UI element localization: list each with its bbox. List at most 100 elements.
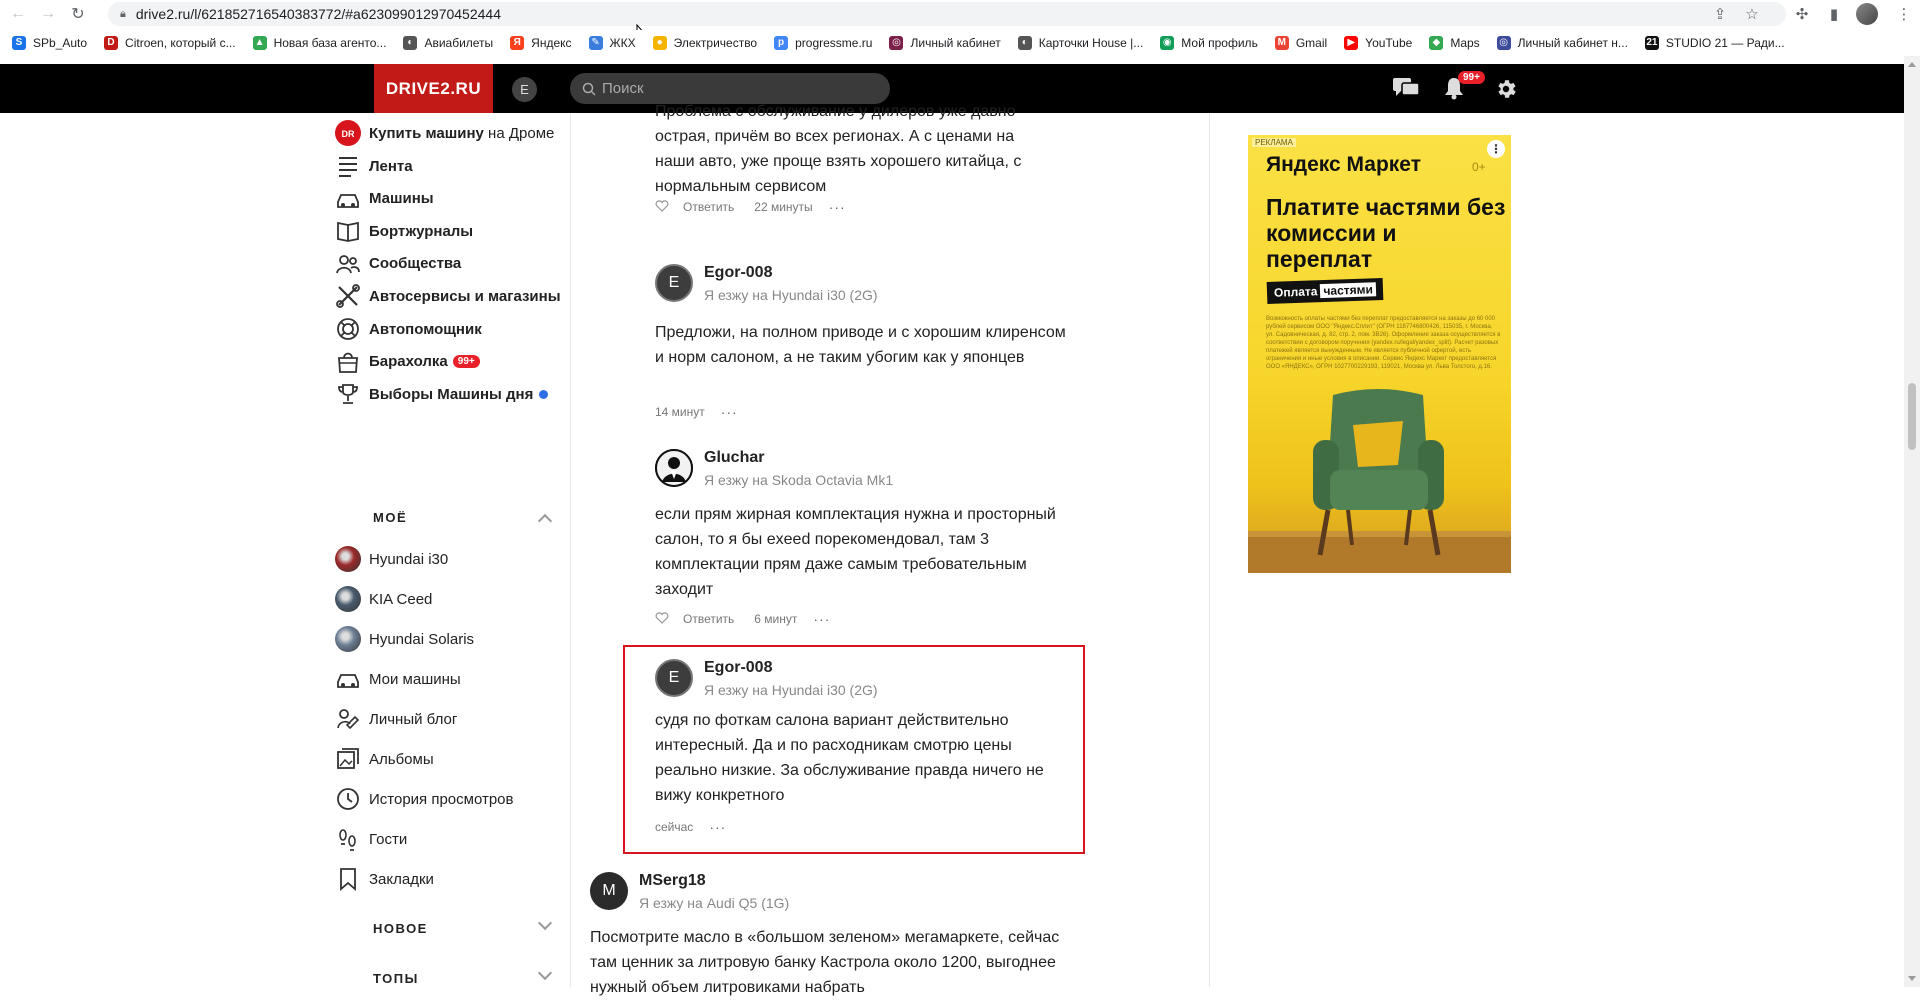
more-icon[interactable]: ···	[829, 199, 846, 215]
sidebar-item[interactable]: KIA Ceed	[335, 583, 565, 615]
profile-avatar[interactable]	[1856, 3, 1878, 25]
new-indicator-dot	[539, 389, 549, 399]
bookmark-favicon-icon: Я	[510, 36, 525, 50]
chevron-down-icon[interactable]	[537, 915, 553, 931]
bookmark-item[interactable]: D Citroen, который с...	[104, 36, 236, 50]
bookmark-item[interactable]: p progressme.ru	[774, 36, 872, 50]
bookmark-favicon-icon: S	[12, 36, 26, 50]
bookmark-item[interactable]: ▶ YouTube	[1344, 36, 1412, 50]
ad-label: РЕКЛАМА	[1252, 138, 1296, 147]
bookmark-item[interactable]: ▲ Новая база агенто...	[252, 36, 386, 50]
notifications-badge: 99+	[1458, 71, 1485, 84]
sidebar-item[interactable]: Автопомощник	[335, 313, 565, 345]
sidebar-item[interactable]: Лента	[335, 150, 565, 182]
bookmark-item[interactable]: ◉ Мой профиль	[1160, 36, 1258, 50]
sidebar-item[interactable]: Гости	[335, 823, 565, 855]
bookmark-favicon-icon: ▶	[1344, 36, 1359, 50]
bookmark-item[interactable]: ● Электричество	[652, 36, 757, 50]
reload-icon[interactable]: ↻	[66, 2, 90, 26]
forward-icon[interactable]: →	[36, 2, 60, 26]
sidebar-item[interactable]: Hyundai i30	[335, 543, 565, 575]
comment-author[interactable]: Egor-008	[704, 264, 772, 282]
ad-menu-icon[interactable]: ⋮	[1487, 140, 1505, 158]
sidebar-item[interactable]: Выборы Машины дня	[335, 378, 565, 410]
ad-banner[interactable]: РЕКЛАМА ⋮ Яндекс Маркет 0+ Платите частя…	[1248, 135, 1511, 573]
chevron-down-icon[interactable]	[537, 965, 553, 981]
notifications-button[interactable]: 99+	[1443, 71, 1485, 100]
sidebar-item[interactable]: История просмотров	[335, 783, 565, 815]
comment-text: если прям жирная комплектация нужна и пр…	[655, 506, 1056, 598]
bookmark-label: Citroen, который с...	[125, 36, 236, 50]
bookmark-item[interactable]: ◆ Maps	[1429, 36, 1480, 50]
bookmark-favicon-icon: ▲	[252, 36, 267, 50]
sidebar-item[interactable]: Hyundai Solaris	[335, 623, 565, 655]
more-icon[interactable]: ···	[813, 611, 830, 627]
bookmark-item[interactable]: ◎ Личный кабинет	[889, 36, 1001, 50]
bookmark-item[interactable]: 21 STUDIO 21 — Ради...	[1644, 36, 1785, 50]
sidebar-item-label: Закладки	[369, 870, 434, 888]
sidebar-item-label: Выборы Машины дня	[369, 385, 534, 403]
comment-time[interactable]: 22 минуты	[754, 200, 812, 214]
sidebar-item[interactable]: Личный блог	[335, 703, 565, 735]
sidebar-item[interactable]: Барахолка 99+	[335, 346, 565, 378]
back-icon[interactable]: ←	[6, 2, 30, 26]
comment-author[interactable]: MSerg18	[639, 872, 706, 890]
bookmark-item[interactable]: ✎ ЖКХ	[588, 36, 636, 50]
heart-icon[interactable]	[655, 611, 669, 627]
extensions-icon[interactable]: ✣	[1786, 5, 1818, 23]
comment-author[interactable]: Gluchar	[704, 449, 764, 467]
car-thumbnail	[335, 626, 361, 652]
comment-time[interactable]: 14 минут	[655, 405, 705, 419]
scroll-down-arrow[interactable]	[1908, 976, 1916, 981]
user-avatar[interactable]: E	[512, 77, 537, 102]
sidebar-item-label: Гости	[369, 830, 408, 848]
section-top-title: ТОПЫ	[373, 971, 419, 986]
menu-kebab-icon[interactable]: ⋮	[1888, 5, 1920, 23]
star-icon[interactable]: ☆	[1736, 5, 1768, 23]
bookmark-item[interactable]: Я Яндекс	[510, 36, 572, 50]
scroll-thumb[interactable]	[1908, 383, 1916, 450]
comment-author-car[interactable]: Я езжу на Skoda Octavia Mk1	[704, 472, 893, 488]
more-icon[interactable]: ···	[721, 404, 738, 420]
sidebar-item[interactable]: Бортжурналы	[335, 215, 565, 247]
avatar[interactable]	[655, 449, 693, 487]
bookmark-item[interactable]: ◐ Авиабилеты	[403, 36, 493, 50]
sidepanel-icon[interactable]: ▮	[1818, 5, 1850, 23]
address-bar[interactable]: 🔒︎ drive2.ru/l/621852716540383772/#a6230…	[108, 2, 1786, 26]
comment-author-car[interactable]: Я езжу на Audi Q5 (1G)	[639, 895, 789, 911]
avatar[interactable]: M	[590, 872, 628, 910]
browser-actions: ⇪ ☆ ✣ ▮ ⋮	[1704, 2, 1920, 26]
gear-icon[interactable]	[1494, 77, 1518, 101]
sidebar-item[interactable]: Машины	[335, 183, 565, 215]
bookmark-label: progressme.ru	[795, 36, 873, 50]
sidebar-item-label: Барахолка	[369, 353, 448, 371]
comment-time[interactable]: 6 минут	[754, 612, 797, 626]
sidebar-item-buy-car[interactable]: DR Купить машину на Дроме	[335, 117, 565, 149]
scroll-up-arrow[interactable]	[1908, 62, 1916, 67]
sidebar-item[interactable]: Закладки	[335, 863, 565, 895]
avatar[interactable]: E	[655, 264, 693, 302]
share-icon[interactable]: ⇪	[1704, 5, 1736, 23]
heart-icon[interactable]	[655, 199, 669, 215]
bookmark-item[interactable]: M Gmail	[1274, 36, 1327, 50]
comment-author-car[interactable]: Я езжу на Hyundai i30 (2G)	[704, 287, 878, 303]
bookmark-item[interactable]: S SPb_Auto	[12, 36, 87, 50]
messages-icon[interactable]	[1392, 77, 1420, 99]
reply-button[interactable]: Ответить	[683, 612, 734, 626]
page-scrollbar[interactable]	[1904, 56, 1920, 987]
sidebar-item[interactable]: Сообщества	[335, 248, 565, 280]
chevron-up-icon[interactable]	[537, 513, 553, 529]
search-input[interactable]	[602, 80, 852, 97]
blog-icon	[335, 706, 361, 732]
sidebar-item[interactable]: Мои машины	[335, 663, 565, 695]
sidebar-item-label: Лента	[369, 157, 413, 175]
sidebar-item[interactable]: Автосервисы и магазины	[335, 280, 565, 312]
bookmark-item[interactable]: ◎ Личный кабинет н...	[1496, 36, 1628, 50]
bookmark-label: Личный кабинет н...	[1517, 36, 1628, 50]
bookmark-item[interactable]: ◐ Карточки House |...	[1017, 36, 1143, 50]
comments-column: Проблема с обслуживание у дилеров уже да…	[570, 103, 1210, 996]
sidebar-item[interactable]: Альбомы	[335, 743, 565, 775]
history-icon	[335, 786, 361, 812]
reply-button[interactable]: Ответить	[683, 200, 734, 214]
drive2-logo[interactable]: DRIVE2.RU	[374, 64, 493, 113]
